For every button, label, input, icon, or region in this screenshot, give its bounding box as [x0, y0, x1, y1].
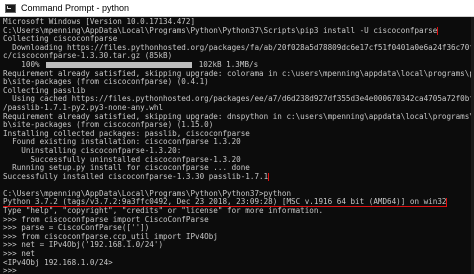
command-prompt-icon	[5, 3, 16, 13]
window-title: Command Prompt - python	[21, 3, 130, 13]
title-bar[interactable]: Command Prompt - python	[0, 0, 474, 17]
console-line: b\site-packages (from ciscoconfparse) (1…	[3, 121, 214, 130]
progress-line: 100% 102kB 1.3MB/s	[3, 61, 474, 70]
console-line: <IPv4Obj 192.168.1.0/24>	[3, 258, 113, 267]
console-line: Downloading https://files.pythonhosted.o…	[3, 43, 474, 52]
console-line: Python 3.7.2 (tags/v3.7.2:9a3ffc0492, De…	[3, 198, 474, 208]
console-line: Microsoft Windows [Version 10.0.17134.47…	[3, 18, 196, 26]
console-line: Collecting passlib	[3, 86, 86, 95]
progress-bar	[46, 61, 193, 68]
console-line: >>> from ciscoconfparse import CiscoConf…	[3, 215, 209, 224]
console-line: /passlib-1.7.1-py2.py3-none-any.whl	[3, 103, 164, 112]
highlighted-success-message: Successfully installed ciscoconfparse-1.…	[3, 172, 270, 182]
console-line: Found existing installation: ciscoconfpa…	[3, 138, 241, 147]
command-prompt-window: Command Prompt - python Microsoft Window…	[0, 0, 474, 274]
console-line: c/ciscoconfparse-1.3.30.tar.gz (85kB)	[3, 52, 173, 61]
highlighted-command: C:\Users\mpenning\AppData\Local\Programs…	[3, 26, 439, 36]
console-line: Installing collected packages: passlib, …	[3, 129, 250, 138]
console-line: Type "help", "copyright", "credits" or "…	[3, 207, 324, 216]
progress-bar-fill	[46, 61, 193, 68]
console-line: C:\Users\mpenning\AppData\Local\Programs…	[3, 26, 474, 36]
console-line: >>> net	[3, 250, 36, 259]
console-line: Successfully installed ciscoconfparse-1.…	[3, 172, 474, 182]
console-prompt[interactable]: >>>	[3, 267, 474, 274]
console-line: Requirement already satisfied, skipping …	[3, 69, 474, 78]
console-line: Requirement already satisfied, skipping …	[3, 112, 474, 121]
console-output[interactable]: Microsoft Windows [Version 10.0.17134.47…	[0, 17, 474, 274]
console-line: b\site-packages (from ciscoconfparse) (0…	[3, 78, 209, 87]
console-line: Collecting ciscoconfparse	[3, 35, 118, 44]
console-line: >>> net = IPv4Obj('192.168.1.0/24')	[3, 241, 164, 250]
console-line: >>> from ciscoconfparse.ccp_util import …	[3, 232, 218, 241]
console-line: Using cached https://files.pythonhosted.…	[12, 95, 474, 104]
console-line: Uninstalling ciscoconfparse-1.3.20:	[3, 146, 182, 155]
console-line: Running setup.py install for ciscoconfpa…	[3, 164, 250, 173]
console-line: C:\Users\mpenning\AppData\Local\Programs…	[3, 189, 292, 198]
progress-stats: 102kB 1.3MB/s	[194, 60, 259, 69]
console-line: Successfully uninstalled ciscoconfparse-…	[3, 155, 241, 164]
console-line: >>> parse = CiscoConfParse([''])	[3, 224, 150, 233]
highlighted-python-version: Python 3.7.2 (tags/v3.7.2:9a3ffc0492, De…	[3, 198, 448, 208]
progress-percent: 100%	[21, 60, 45, 69]
